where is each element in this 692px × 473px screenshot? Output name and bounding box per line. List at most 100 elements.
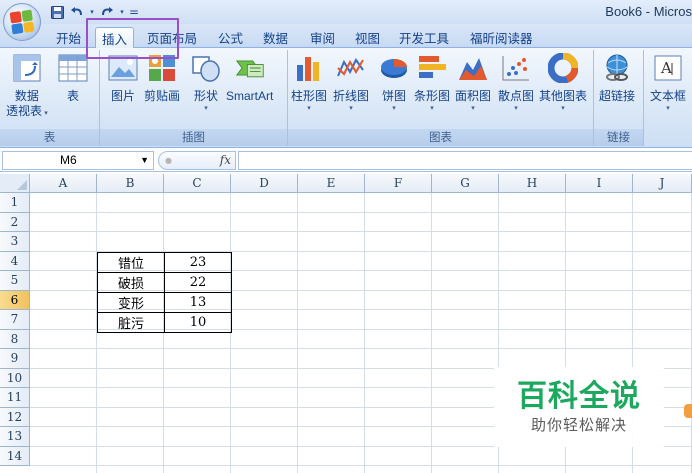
row-header[interactable]: 9 (0, 349, 30, 369)
cell-label[interactable]: 错位 (97, 252, 165, 273)
table-row: 变形 13 (97, 292, 232, 313)
cell-label[interactable]: 脏污 (97, 312, 165, 333)
pivot-table-button[interactable]: 数据 透视表 ▾ (6, 52, 48, 119)
select-all-button[interactable] (0, 174, 30, 193)
table-button[interactable]: 表 (58, 52, 88, 104)
chevron-down-icon: ▾ (430, 104, 434, 112)
column-header[interactable]: I (566, 174, 633, 193)
other-charts-label: 其他图表 (539, 89, 588, 103)
chevron-down-icon: ▾ (204, 104, 208, 112)
other-charts-button[interactable]: 其他图表 ▾ (539, 52, 587, 113)
undo-icon[interactable] (68, 4, 86, 20)
group-label-illustrations: 插图 (100, 129, 287, 146)
text-box-button[interactable]: A 文本框 ▾ (650, 52, 686, 113)
tab-highlight-box (86, 18, 179, 59)
cell-value[interactable]: 13 (164, 292, 232, 313)
gridline-horizontal (30, 348, 692, 349)
line-chart-label: 折线图 (333, 89, 370, 103)
clip-art-button[interactable]: 剪贴画 (144, 52, 180, 104)
column-header[interactable]: J (633, 174, 692, 193)
pie-chart-button[interactable]: 饼图 ▾ (379, 52, 409, 113)
watermark-subtitle: 助你轻松解决 (530, 416, 627, 434)
cell-label[interactable]: 变形 (97, 292, 165, 313)
hyperlink-label: 超链接 (599, 89, 636, 103)
tab-home[interactable]: 开始 (50, 27, 87, 48)
row-header[interactable]: 6 (0, 290, 30, 310)
scatter-chart-label: 散点图 (498, 89, 535, 103)
tab-data[interactable]: 数据 (257, 27, 294, 48)
tab-developer[interactable]: 开发工具 (393, 27, 455, 48)
line-chart-icon (336, 52, 366, 84)
office-button[interactable] (3, 3, 41, 41)
cell-value[interactable]: 23 (164, 252, 232, 273)
tab-foxit-reader[interactable]: 福昕阅读器 (464, 27, 539, 48)
chevron-down-icon: ▾ (666, 104, 670, 112)
scatter-chart-button[interactable]: 散点图 ▾ (498, 52, 534, 113)
table-row: 破损 22 (97, 272, 232, 293)
tab-review[interactable]: 审阅 (304, 27, 341, 48)
row-header[interactable]: 4 (0, 251, 30, 271)
cell-label[interactable]: 破损 (97, 272, 165, 293)
table-row: 脏污 10 (97, 312, 232, 333)
smartart-icon (235, 52, 265, 84)
bar-chart-button[interactable]: 条形图 ▾ (414, 52, 450, 113)
tab-formulas[interactable]: 公式 (212, 27, 249, 48)
row-header[interactable]: 5 (0, 271, 30, 291)
ribbon: 数据 透视表 ▾ 表 表 图片 剪贴画 形状 ▾ SmartArt 插图 柱形图… (0, 48, 692, 148)
svg-text:A: A (660, 59, 672, 77)
column-header[interactable]: B (97, 174, 164, 193)
row-header[interactable]: 11 (0, 388, 30, 408)
smartart-button[interactable]: SmartArt (226, 52, 273, 104)
pie-chart-icon (379, 52, 409, 84)
group-illustrations: 图片 剪贴画 形状 ▾ SmartArt 插图 (100, 50, 288, 146)
cell-value[interactable]: 10 (164, 312, 232, 333)
window-title: Book6 - Micros (605, 4, 692, 19)
pivot-table-label-line2-wrap: 透视表 ▾ (6, 104, 48, 119)
picture-button[interactable]: 图片 (108, 52, 138, 104)
gridline-vertical (163, 193, 164, 473)
group-tables: 数据 透视表 ▾ 表 表 (0, 50, 100, 146)
column-header[interactable]: G (432, 174, 499, 193)
row-header[interactable]: 3 (0, 232, 30, 252)
column-header[interactable]: H (499, 174, 566, 193)
pie-chart-label: 饼图 (381, 89, 406, 103)
save-icon[interactable] (48, 4, 66, 20)
table-row: 错位 23 (97, 252, 232, 273)
row-header[interactable]: 14 (0, 446, 30, 466)
column-header[interactable]: F (365, 174, 432, 193)
insert-function-button[interactable]: fx (220, 153, 231, 167)
column-chart-button[interactable]: 柱形图 ▾ (291, 52, 327, 113)
line-chart-button[interactable]: 折线图 ▾ (333, 52, 369, 113)
bar-chart-label: 条形图 (414, 89, 451, 103)
column-header[interactable]: A (30, 174, 97, 193)
gridline-vertical (230, 193, 231, 473)
cell-value[interactable]: 22 (164, 272, 232, 293)
row-header[interactable]: 10 (0, 368, 30, 388)
gridline-vertical (431, 193, 432, 473)
column-header[interactable]: D (231, 174, 298, 193)
watermark-title: 百科全说 (517, 379, 641, 414)
formula-bar: M6 ▼ ● fx (0, 149, 692, 172)
gridline-horizontal (30, 465, 692, 466)
tab-view[interactable]: 视图 (349, 27, 386, 48)
row-header[interactable]: 7 (0, 310, 30, 330)
data-table: 错位 23 破损 22 变形 13 脏污 10 (97, 252, 232, 333)
watermark: 百科全说 助你轻松解决 (494, 367, 664, 447)
shapes-button[interactable]: 形状 ▾ (191, 52, 221, 113)
formula-input[interactable] (238, 151, 692, 170)
chevron-down-icon: ▾ (349, 104, 353, 112)
column-header[interactable]: C (164, 174, 231, 193)
row-header[interactable]: 1 (0, 193, 30, 213)
column-header[interactable]: E (298, 174, 365, 193)
hyperlink-button[interactable]: 超链接 (599, 52, 635, 104)
row-header[interactable]: 13 (0, 427, 30, 447)
row-header[interactable]: 12 (0, 407, 30, 427)
row-header[interactable]: 8 (0, 329, 30, 349)
smartart-label: SmartArt (226, 89, 274, 103)
gridline-vertical (96, 193, 97, 473)
area-chart-button[interactable]: 面积图 ▾ (455, 52, 491, 113)
row-header[interactable]: 2 (0, 212, 30, 232)
gridline-horizontal (30, 211, 692, 213)
name-box[interactable]: M6 ▼ (2, 151, 154, 170)
chevron-down-icon[interactable]: ▼ (140, 152, 149, 169)
